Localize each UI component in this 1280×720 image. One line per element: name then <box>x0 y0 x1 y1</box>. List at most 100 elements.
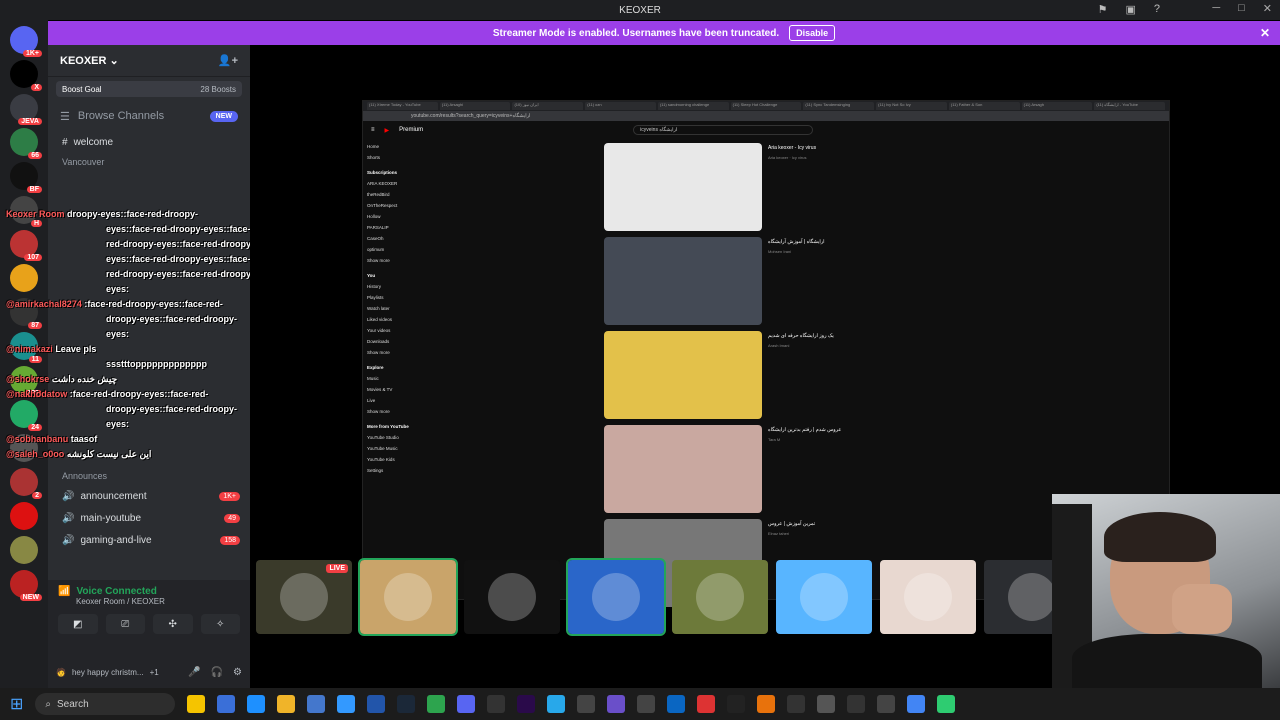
server-icon[interactable]: 1K+ <box>10 26 42 57</box>
chat-user: @nimakazi <box>6 344 53 354</box>
browser-tab: (11) Sync Tandemsinging <box>803 102 875 110</box>
headset-icon[interactable]: 🎧 <box>211 667 223 678</box>
participant-avatar <box>488 573 536 621</box>
menu-icon: ≡ <box>371 127 375 133</box>
app-icon-4[interactable] <box>667 695 686 713</box>
close-icon[interactable]: ✕ <box>1260 26 1270 40</box>
yt-sidebar-item: Watch later <box>367 306 390 311</box>
video-result: Aria keoxer - Icy virus Aria keoxer · Icy… <box>604 143 1004 231</box>
riot-icon[interactable] <box>697 695 716 713</box>
yt-sidebar-item: YouTube Studio <box>367 435 399 440</box>
l-app-icon[interactable] <box>367 695 386 713</box>
server-icon[interactable]: BF <box>10 162 42 193</box>
app-icon-2[interactable] <box>577 695 596 713</box>
boost-goal[interactable]: Boost Goal 28 Boosts <box>56 81 242 97</box>
category-vancouver[interactable]: Vancouver <box>48 153 250 171</box>
minimize-button[interactable]: ─ <box>1212 2 1220 15</box>
streamer-mode-banner: Streamer Mode is enabled. Usernames have… <box>48 21 1280 45</box>
add-user-icon[interactable]: 👤+ <box>218 54 238 67</box>
soundboard-button[interactable]: ✧ <box>200 614 240 634</box>
sticky-notes-icon[interactable] <box>187 695 206 713</box>
screen-share-button[interactable]: ⎚ <box>105 614 145 634</box>
browser-tab: (11) Ivy Not So Ivy <box>876 102 947 110</box>
app-icon-6[interactable] <box>757 695 776 713</box>
tile-cartoon[interactable] <box>358 558 458 636</box>
yt-sidebar-item: Your videos <box>367 328 391 333</box>
app-icon-7[interactable] <box>877 695 896 713</box>
channel-main-youtube[interactable]: 🔊 main-youtube 49 <box>48 507 250 529</box>
server-icon[interactable]: 2 <box>10 468 42 499</box>
task-view-icon[interactable] <box>217 695 236 713</box>
channel-welcome[interactable]: # welcome <box>48 131 250 153</box>
teams-icon[interactable] <box>607 695 626 713</box>
gear-icon[interactable]: ⚙ <box>233 667 242 678</box>
disable-streamer-mode-button[interactable]: Disable <box>789 25 836 41</box>
edge-icon[interactable] <box>247 695 266 713</box>
telegram-icon[interactable] <box>547 695 566 713</box>
meta-icon[interactable] <box>487 695 506 713</box>
discord-icon[interactable] <box>457 695 476 713</box>
chat-message: @amirkachal8274 :face-red-droopy-eyes::f… <box>6 297 266 312</box>
file-explorer-icon[interactable] <box>277 695 296 713</box>
taskbar-search[interactable]: ⌕ Search <box>35 693 176 715</box>
media-icon[interactable] <box>847 695 866 713</box>
app-icon-3[interactable] <box>637 695 656 713</box>
category-announces[interactable]: Announces <box>48 467 250 485</box>
activities-button[interactable]: ✣ <box>153 614 193 634</box>
screen-icon[interactable]: ▣ <box>1125 3 1135 16</box>
server-icon[interactable]: NEW <box>10 570 42 601</box>
mail-icon[interactable] <box>337 695 356 713</box>
signal-icon: 📶 <box>58 586 71 597</box>
windows-start-icon[interactable]: ⊞ <box>10 694 23 714</box>
shared-screen[interactable]: (11) Xtreme Today - YouTube (11) Arsaghi(… <box>362 100 1170 607</box>
chat-text: eyes::face-red-droopy-eyes::face- <box>106 224 251 234</box>
help-icon[interactable]: ? <box>1154 3 1160 16</box>
server-icon[interactable] <box>10 502 38 530</box>
green-app-icon[interactable] <box>427 695 446 713</box>
yt-sidebar-item: optimum <box>367 247 385 252</box>
participant-avatar <box>1008 573 1056 621</box>
browse-channels[interactable]: ☰ Browse Channels NEW <box>48 101 250 131</box>
server-icon[interactable]: 66 <box>10 128 42 159</box>
video-thumbnail <box>604 237 762 325</box>
yt-sidebar-item: Shorts <box>367 155 381 160</box>
terminal-icon[interactable] <box>787 695 806 713</box>
yt-sidebar-item: ARIA KEOXER <box>367 181 398 186</box>
tile-dark[interactable] <box>464 560 560 634</box>
tile-streamer[interactable]: LIVE <box>256 560 352 634</box>
steam-icon[interactable] <box>397 695 416 713</box>
close-window-button[interactable]: ✕ <box>1263 2 1272 15</box>
server-icon[interactable] <box>10 536 38 564</box>
server-icon[interactable]: X <box>10 60 42 91</box>
settings-icon[interactable] <box>817 695 836 713</box>
server-icon[interactable]: JEVA <box>10 94 42 125</box>
server-name: KEOXER <box>60 54 107 67</box>
tile-blue[interactable] <box>566 558 666 636</box>
tile-face[interactable] <box>776 560 872 634</box>
maximize-button[interactable]: □ <box>1238 2 1245 15</box>
chat-user: @sobhanbanu <box>6 434 69 444</box>
chat-text: eyes: <box>106 284 130 294</box>
inbox-icon[interactable]: ⚑ <box>1098 3 1108 16</box>
mic-icon[interactable]: 🎤 <box>188 667 200 678</box>
channel-gaming-and-live[interactable]: 🔊 gaming-and-live 158 <box>48 529 250 551</box>
chat-user: @shokrse <box>6 374 50 384</box>
yt-sidebar-item: Live <box>367 398 376 403</box>
app-icon-5[interactable] <box>727 695 746 713</box>
participant-avatar <box>904 573 952 621</box>
tile-woman[interactable] <box>672 560 768 634</box>
app-icon-8[interactable] <box>937 695 956 713</box>
camera-button[interactable]: ◩ <box>58 614 98 634</box>
app-icon[interactable] <box>307 695 326 713</box>
chat-message: @shokrse چیش خنده داشت <box>6 372 266 387</box>
premiere-icon[interactable] <box>517 695 536 713</box>
chat-text: ssstttoppppppppppppp <box>106 359 207 369</box>
user-extra: +1 <box>149 667 159 677</box>
speaker-icon: 🔊 <box>62 512 75 524</box>
avatar[interactable]: 🧑 <box>56 668 66 677</box>
browser-tab: (11) ارایشگاه - YouTube <box>1094 102 1166 110</box>
tile-anime[interactable] <box>880 560 976 634</box>
chrome-icon[interactable] <box>907 695 926 713</box>
channel-announcement[interactable]: 🔊 announcement 1K+ <box>48 485 250 507</box>
server-header[interactable]: KEOXER ⌄ 👤+ <box>48 45 250 77</box>
